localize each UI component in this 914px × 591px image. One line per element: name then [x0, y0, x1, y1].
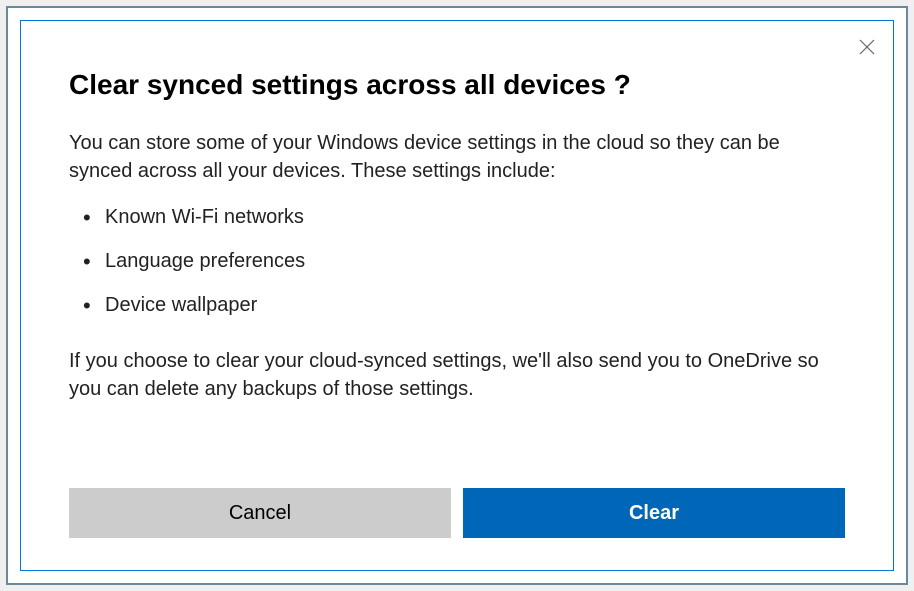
dialog-footer-text: If you choose to clear your cloud-synced…: [69, 347, 845, 403]
clear-button[interactable]: Clear: [463, 488, 845, 538]
dialog-body: You can store some of your Windows devic…: [69, 129, 845, 464]
cancel-button[interactable]: Cancel: [69, 488, 451, 538]
button-row: Cancel Clear: [69, 488, 845, 538]
list-item: Language preferences: [83, 247, 845, 275]
list-item: Known Wi-Fi networks: [83, 203, 845, 231]
dialog-intro-text: You can store some of your Windows devic…: [69, 129, 845, 185]
dialog-title: Clear synced settings across all devices…: [69, 69, 845, 101]
close-icon: [859, 39, 875, 55]
window-frame: Clear synced settings across all devices…: [6, 6, 908, 585]
confirm-dialog: Clear synced settings across all devices…: [20, 20, 894, 571]
list-item: Device wallpaper: [83, 291, 845, 319]
close-button[interactable]: [855, 35, 879, 59]
settings-list: Known Wi-Fi networks Language preference…: [69, 203, 845, 319]
